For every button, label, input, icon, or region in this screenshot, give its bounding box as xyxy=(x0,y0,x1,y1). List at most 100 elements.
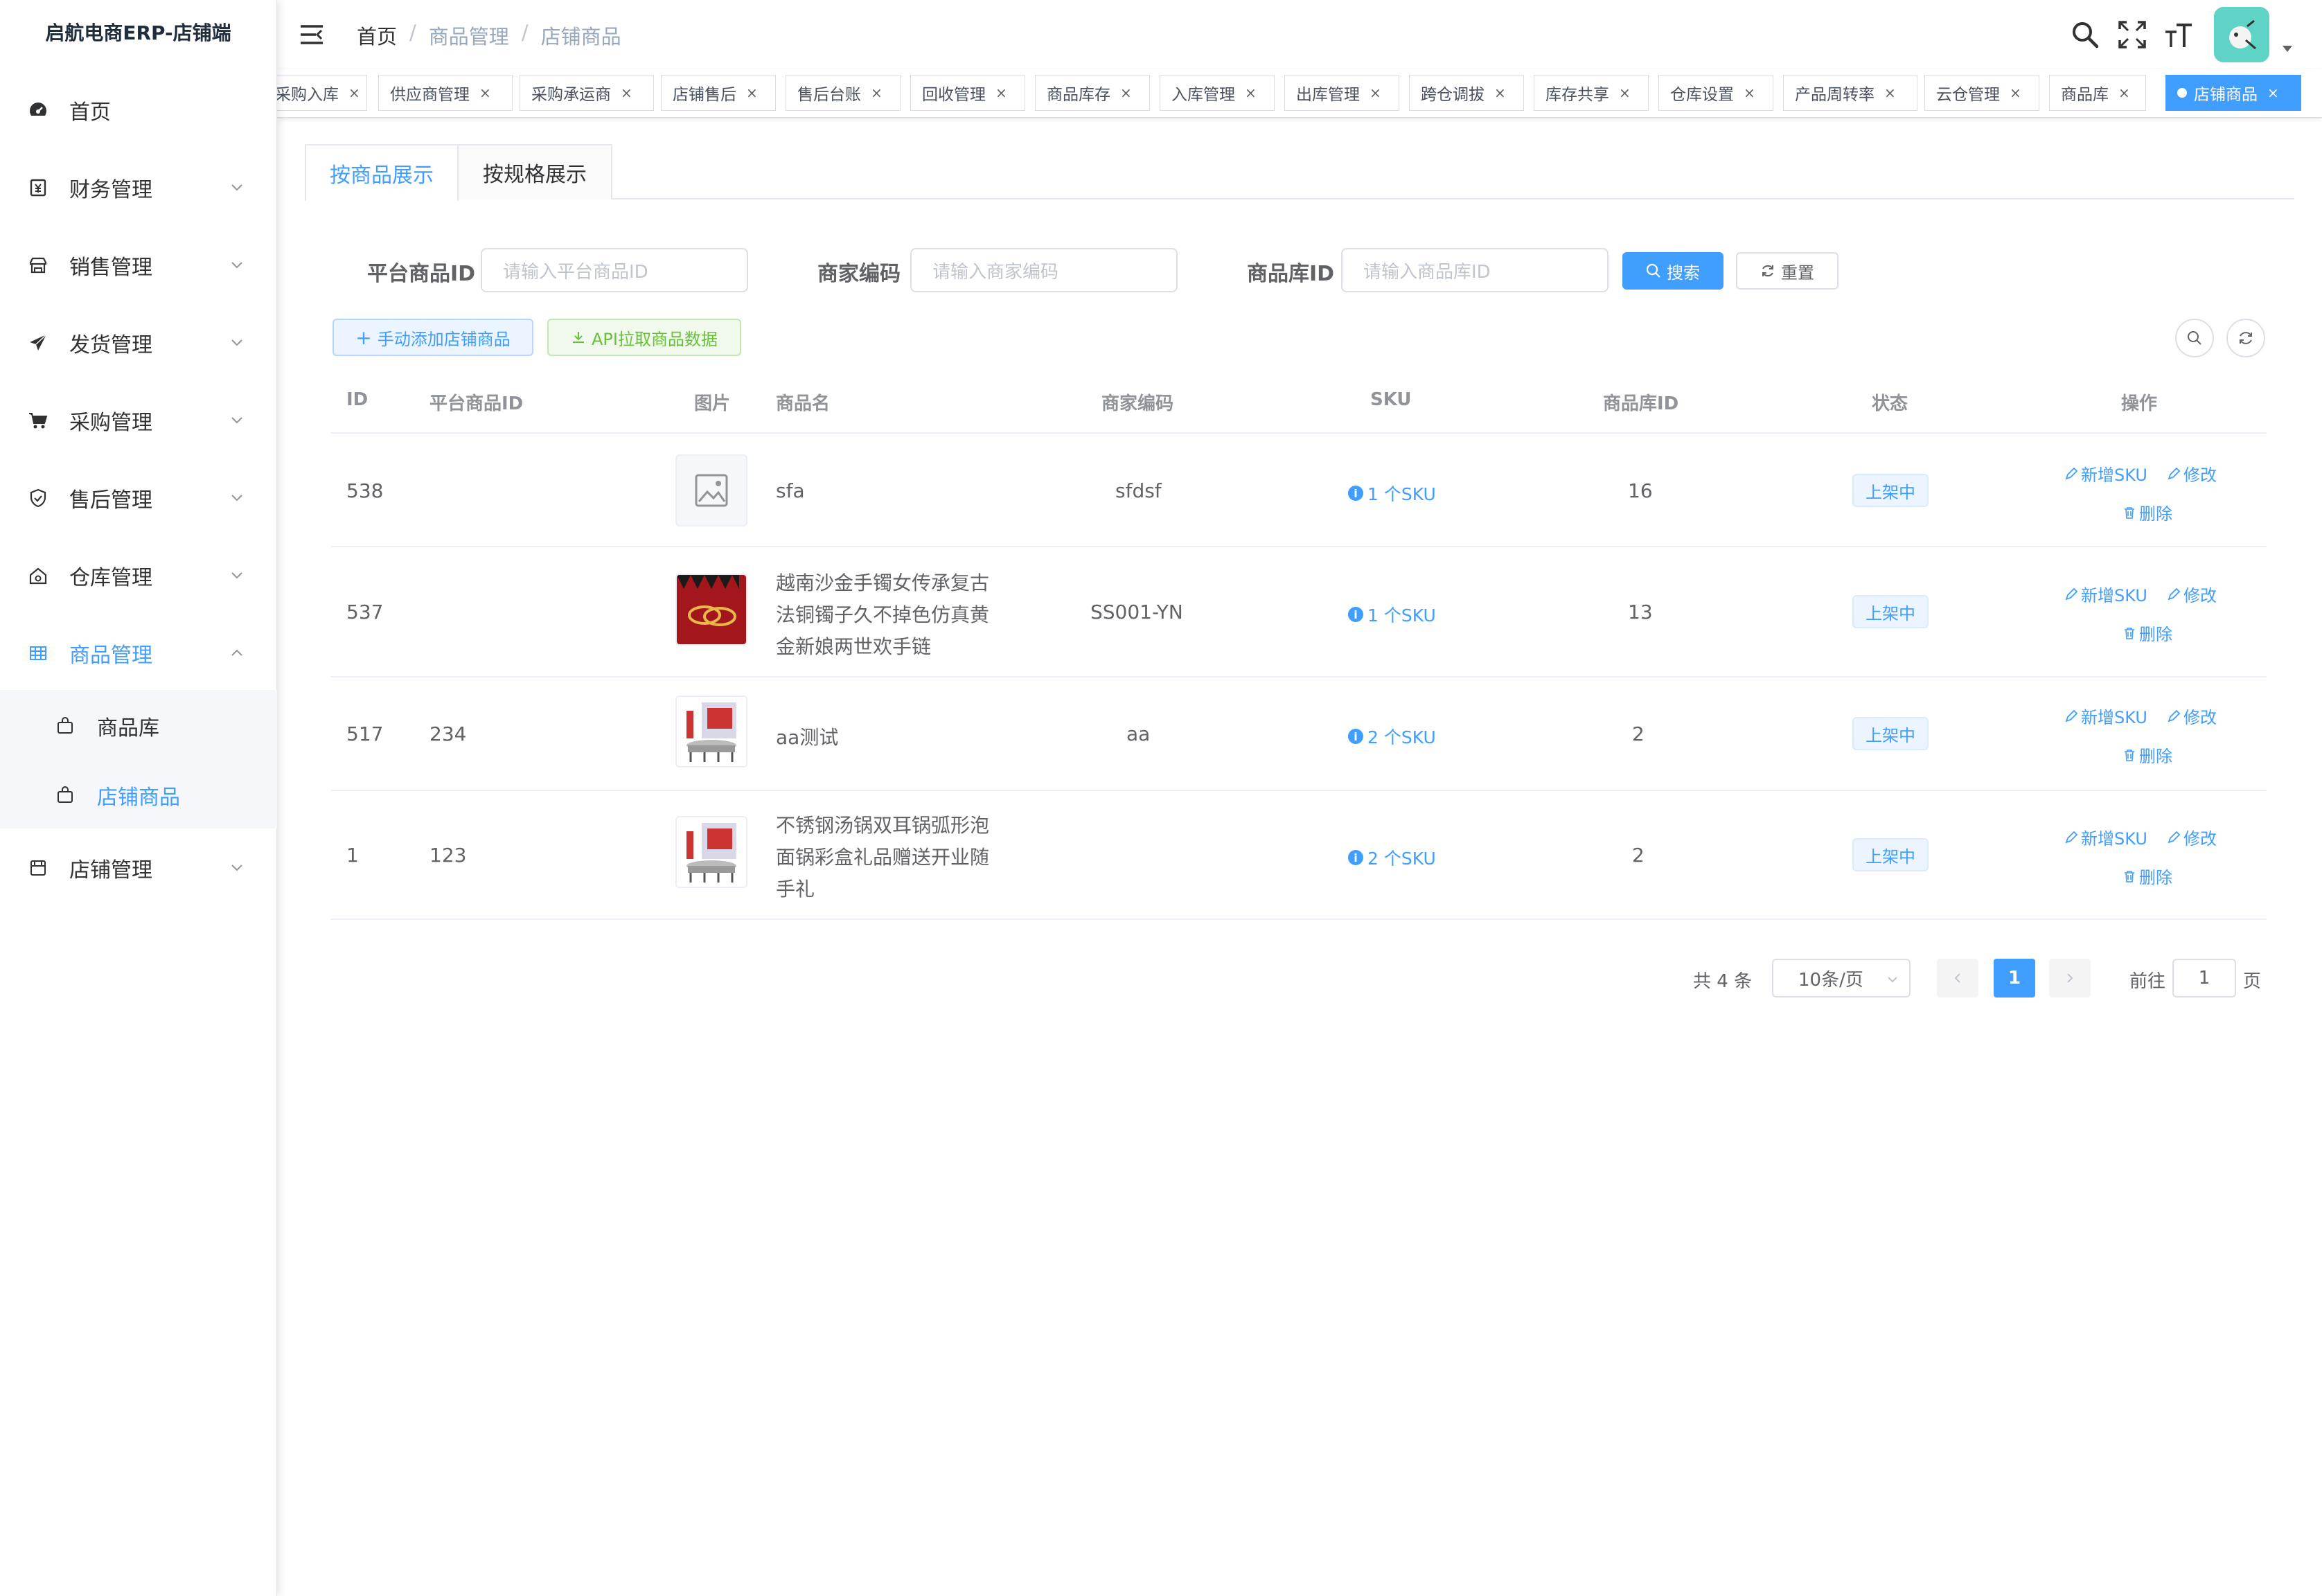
search-button[interactable]: 搜索 xyxy=(1622,252,1723,290)
tag-goods-stock[interactable]: 商品库存 × xyxy=(1035,75,1150,111)
sidebar-item-home[interactable]: 首页 xyxy=(0,72,277,148)
goods-image[interactable] xyxy=(675,695,747,768)
close-icon[interactable]: × xyxy=(1619,85,1631,101)
sidebar-item-aftersales[interactable]: 售后管理 xyxy=(0,460,277,536)
tag-aftersales-ledger[interactable]: 售后台账 × xyxy=(786,75,901,111)
tag-stock-share[interactable]: 库存共享 × xyxy=(1534,75,1649,111)
font-size-icon[interactable] xyxy=(2164,19,2195,50)
sidebar-subitem-shop-goods[interactable]: 店铺商品 xyxy=(0,761,277,830)
tab-by-spec[interactable]: 按规格展示 xyxy=(457,144,612,200)
tag-goods-library[interactable]: 商品库 × xyxy=(2049,75,2146,111)
sku-link[interactable]: i 1 个SKU xyxy=(1348,481,1436,506)
goods-image[interactable] xyxy=(675,574,747,646)
page-number-button[interactable]: 1 xyxy=(1994,959,2035,998)
toggle-search-button[interactable] xyxy=(2175,319,2214,357)
avatar[interactable] xyxy=(2214,7,2269,62)
edit-button[interactable]: 修改 xyxy=(2167,582,2217,606)
edit-button[interactable]: 修改 xyxy=(2167,461,2217,486)
merchant-code-input[interactable]: 请输入商家编码 xyxy=(910,248,1178,292)
platform-id-input[interactable]: 请输入平台商品ID xyxy=(481,248,748,292)
close-icon[interactable]: × xyxy=(2267,85,2279,101)
sidebar-subitem-goods-library[interactable]: 商品库 xyxy=(0,691,277,761)
delete-button[interactable]: 删除 xyxy=(2122,864,2172,888)
close-icon[interactable]: × xyxy=(621,85,632,101)
sidebar-item-warehouse[interactable]: 仓库管理 xyxy=(0,538,277,614)
money-icon xyxy=(28,177,48,198)
close-icon[interactable]: × xyxy=(1370,85,1381,101)
edit-button[interactable]: 修改 xyxy=(2167,825,2217,849)
close-icon[interactable]: × xyxy=(995,85,1007,101)
goods-image[interactable] xyxy=(675,454,747,526)
page-size-select[interactable]: 10条/页 xyxy=(1772,959,1911,998)
tag-shop-goods[interactable]: 店铺商品 × xyxy=(2165,75,2301,111)
dashboard-icon xyxy=(28,100,48,121)
chevron-down-icon xyxy=(231,495,242,502)
add-sku-button[interactable]: 新增SKU xyxy=(2064,461,2147,486)
sidebar-item-shop[interactable]: 店铺管理 xyxy=(0,830,277,906)
edit-button[interactable]: 修改 xyxy=(2167,704,2217,728)
add-sku-button[interactable]: 新增SKU xyxy=(2064,825,2147,849)
goto-prefix: 前往 xyxy=(2129,971,2166,992)
cell-code: SS001-YN xyxy=(1090,601,1183,623)
close-icon[interactable]: × xyxy=(479,85,491,101)
close-icon[interactable]: × xyxy=(1884,85,1896,101)
goods-image[interactable] xyxy=(675,816,747,888)
search-icon[interactable] xyxy=(2070,19,2100,50)
add-shop-goods-button[interactable]: + 手动添加店铺商品 xyxy=(333,319,533,356)
sidebar-item-finance[interactable]: 财务管理 xyxy=(0,150,277,226)
close-icon[interactable]: × xyxy=(348,85,360,101)
close-icon[interactable]: × xyxy=(2010,85,2021,101)
hamburger-icon[interactable] xyxy=(298,21,326,48)
tag-purchase-inbound[interactable]: 采购入库 × xyxy=(277,75,367,111)
add-sku-button[interactable]: 新增SKU xyxy=(2064,704,2147,728)
api-pull-button[interactable]: API拉取商品数据 xyxy=(547,319,741,356)
close-icon[interactable]: × xyxy=(871,85,883,101)
tag-label: 店铺售后 xyxy=(673,86,736,104)
close-icon[interactable]: × xyxy=(2118,85,2130,101)
sku-link[interactable]: i 2 个SKU xyxy=(1348,845,1436,870)
chevron-down-icon xyxy=(1888,977,1897,983)
reset-button[interactable]: 重置 xyxy=(1736,252,1838,290)
tag-recycle[interactable]: 回收管理 × xyxy=(910,75,1025,111)
breadcrumb-goods[interactable]: 商品管理 xyxy=(429,21,509,50)
refresh-button[interactable] xyxy=(2226,319,2265,357)
tag-supplier[interactable]: 供应商管理 × xyxy=(378,75,513,111)
tag-shop-aftersales[interactable]: 店铺售后 × xyxy=(661,75,776,111)
sidebar-item-goods[interactable]: 商品管理 xyxy=(0,615,277,691)
tab-by-goods[interactable]: 按商品展示 xyxy=(305,144,459,201)
tag-warehouse-settings[interactable]: 仓库设置 × xyxy=(1658,75,1773,111)
goto-page-input[interactable]: 1 xyxy=(2172,959,2236,998)
breadcrumb-home[interactable]: 首页 xyxy=(357,21,397,50)
tag-inbound[interactable]: 入库管理 × xyxy=(1160,75,1275,111)
tag-cloud-warehouse[interactable]: 云仓管理 × xyxy=(1924,75,2039,111)
column-header-name: 商品名 xyxy=(776,393,831,414)
next-page-button[interactable] xyxy=(2049,959,2091,998)
tag-purchase-carrier[interactable]: 采购承运商 × xyxy=(520,75,654,111)
tag-outbound[interactable]: 出库管理 × xyxy=(1284,75,1399,111)
caret-down-icon[interactable] xyxy=(2280,42,2294,55)
add-sku-button[interactable]: 新增SKU xyxy=(2064,582,2147,606)
sidebar-item-shipping[interactable]: 发货管理 xyxy=(0,305,277,381)
close-icon[interactable]: × xyxy=(746,85,758,101)
library-id-input[interactable]: 请输入商品库ID xyxy=(1341,248,1608,292)
sidebar-item-purchase[interactable]: 采购管理 xyxy=(0,382,277,459)
column-header-sku: SKU xyxy=(1370,389,1412,410)
close-icon[interactable]: × xyxy=(1744,85,1755,101)
avatar-image xyxy=(2214,7,2269,62)
tag-turnover[interactable]: 产品周转率 × xyxy=(1783,75,1917,111)
house-icon xyxy=(28,565,48,586)
close-icon[interactable]: × xyxy=(1494,85,1506,101)
sku-link[interactable]: i 2 个SKU xyxy=(1348,724,1436,749)
prev-page-button[interactable] xyxy=(1937,959,1978,998)
close-icon[interactable]: × xyxy=(1245,85,1257,101)
delete-button[interactable]: 删除 xyxy=(2122,621,2172,645)
fullscreen-icon[interactable] xyxy=(2117,19,2147,50)
tag-cross-warehouse[interactable]: 跨仓调拔 × xyxy=(1409,75,1524,111)
sidebar-item-sales[interactable]: 销售管理 xyxy=(0,227,277,303)
edit-label: 修改 xyxy=(2183,829,2217,849)
delete-button[interactable]: 删除 xyxy=(2122,500,2172,524)
sku-link[interactable]: i 1 个SKU xyxy=(1348,602,1436,627)
info-icon: i xyxy=(1348,850,1363,865)
close-icon[interactable]: × xyxy=(1120,85,1132,101)
delete-button[interactable]: 删除 xyxy=(2122,743,2172,767)
